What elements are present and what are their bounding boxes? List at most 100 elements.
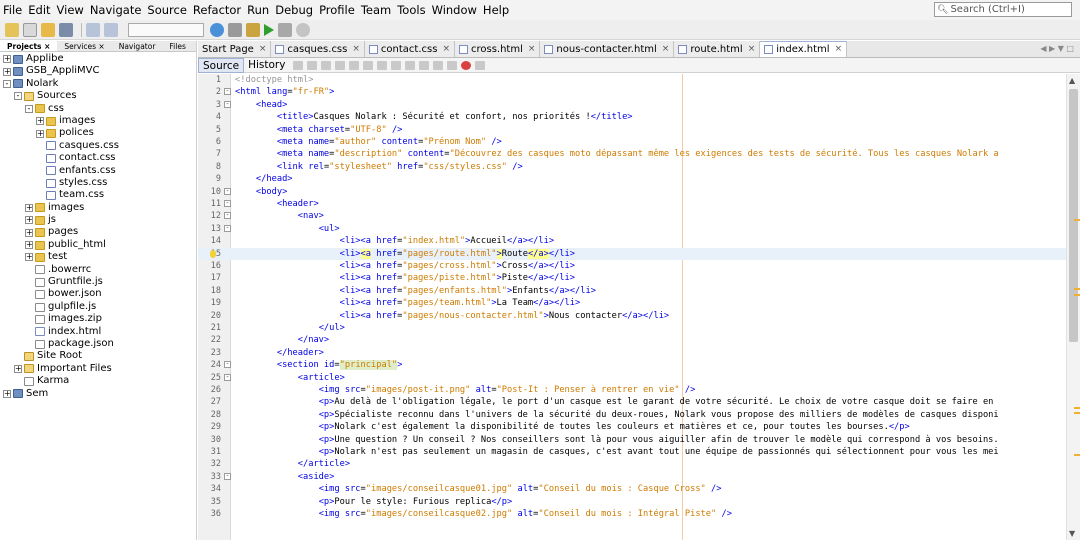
tree-item[interactable]: + Important Files bbox=[0, 363, 196, 375]
code-line[interactable]: 14 <li><a href="index.html">Accueil</a><… bbox=[198, 235, 1066, 247]
scroll-up-icon[interactable]: ▲ bbox=[1069, 76, 1075, 85]
editor-tab-index-html[interactable]: index.html × bbox=[760, 41, 848, 57]
code-line[interactable]: 1 <!doctype html> bbox=[198, 74, 1066, 86]
close-icon[interactable]: × bbox=[748, 42, 756, 57]
code-line[interactable]: 25- <article> bbox=[198, 372, 1066, 384]
warning-stripe[interactable] bbox=[1074, 219, 1080, 221]
fold-icon[interactable]: - bbox=[224, 200, 231, 207]
vertical-scrollbar[interactable]: ▲ ▼ bbox=[1066, 74, 1080, 540]
code-line[interactable]: 24- <section id="principal"> bbox=[198, 359, 1066, 371]
expand-icon[interactable]: + bbox=[25, 241, 33, 250]
code-line[interactable]: 31 <p>Nolark n'est pas seulement un maga… bbox=[198, 446, 1066, 458]
tab-source[interactable]: Source bbox=[198, 57, 245, 73]
expand-icon[interactable]: + bbox=[25, 253, 33, 262]
code-line[interactable]: 5 <meta charset="UTF-8" /> bbox=[198, 124, 1066, 136]
warning-stripe[interactable] bbox=[1074, 412, 1080, 414]
fold-icon[interactable]: - bbox=[224, 88, 231, 96]
fold-icon[interactable]: - bbox=[224, 224, 231, 232]
shift-left-icon[interactable] bbox=[433, 60, 444, 70]
last-edit-icon[interactable] bbox=[293, 60, 304, 70]
start-macro-icon[interactable] bbox=[461, 60, 472, 70]
menu-run[interactable]: Run bbox=[244, 3, 272, 17]
warning-stripe[interactable] bbox=[1074, 454, 1080, 456]
find-previous-icon[interactable] bbox=[349, 60, 360, 70]
expand-icon[interactable]: + bbox=[36, 129, 44, 138]
find-icon[interactable] bbox=[335, 60, 346, 70]
menu-navigate[interactable]: Navigate bbox=[87, 3, 145, 17]
save-all-icon[interactable] bbox=[59, 22, 73, 37]
close-icon[interactable]: × bbox=[442, 42, 450, 57]
undo-icon[interactable] bbox=[86, 22, 100, 37]
editor-tab-start-page[interactable]: Start Page × bbox=[198, 41, 272, 57]
tree-item[interactable]: images.zip bbox=[0, 313, 196, 325]
tree-item[interactable]: - css bbox=[0, 103, 196, 115]
toggle-highlight-icon[interactable] bbox=[377, 60, 388, 70]
code-line[interactable]: 18 <li><a href="pages/enfants.html">Enfa… bbox=[198, 285, 1066, 297]
menu-file[interactable]: File bbox=[0, 3, 25, 17]
hint-bulb-icon[interactable] bbox=[210, 249, 216, 258]
tree-item[interactable]: + public_html bbox=[0, 239, 196, 251]
tree-item[interactable]: - Sources bbox=[0, 90, 196, 102]
close-icon[interactable]: × bbox=[662, 42, 670, 57]
toggle-bookmark-icon[interactable] bbox=[391, 60, 402, 70]
tree-item[interactable]: + Sem bbox=[0, 388, 196, 400]
tree-item[interactable]: Karma bbox=[0, 375, 196, 387]
editor-tab-nous-contacter-html[interactable]: nous-contacter.html × bbox=[540, 41, 675, 57]
new-project-icon[interactable] bbox=[5, 22, 19, 37]
tree-item[interactable]: + Applibe bbox=[0, 53, 196, 65]
code-line[interactable]: 13- <ul> bbox=[198, 223, 1066, 235]
code-line[interactable]: 15 <li><a href="pages/route.html">Route<… bbox=[198, 247, 1066, 260]
new-file-icon[interactable] bbox=[23, 22, 37, 37]
tree-item[interactable]: Gruntfile.js bbox=[0, 276, 196, 288]
expand-icon[interactable]: + bbox=[25, 203, 33, 212]
panel-tab-navigator[interactable]: Navigator bbox=[112, 41, 163, 51]
tree-item[interactable]: + test bbox=[0, 251, 196, 263]
menu-help[interactable]: Help bbox=[480, 3, 512, 17]
run-icon[interactable] bbox=[264, 23, 274, 36]
clean-build-icon[interactable] bbox=[246, 22, 260, 37]
collapse-icon[interactable]: - bbox=[3, 79, 11, 88]
back-icon[interactable] bbox=[307, 60, 318, 70]
expand-icon[interactable]: + bbox=[3, 67, 11, 76]
previous-bookmark-icon[interactable] bbox=[405, 60, 416, 70]
code-line[interactable]: 17 <li><a href="pages/piste.html">Piste<… bbox=[198, 272, 1066, 284]
fold-icon[interactable]: - bbox=[224, 472, 231, 480]
stop-macro-icon[interactable] bbox=[475, 60, 486, 70]
tree-item[interactable]: casques.css bbox=[0, 140, 196, 152]
code-line[interactable]: 34 <img src="images/conseilcasque01.jpg"… bbox=[198, 483, 1066, 495]
code-line[interactable]: 8 <link rel="stylesheet" href="css/style… bbox=[198, 161, 1066, 173]
menu-refactor[interactable]: Refactor bbox=[190, 3, 244, 17]
code-line[interactable]: 3- <head> bbox=[198, 99, 1066, 111]
warning-stripe[interactable] bbox=[1074, 407, 1080, 409]
scrollbar-thumb[interactable] bbox=[1069, 89, 1078, 342]
warning-stripe[interactable] bbox=[1074, 294, 1080, 296]
code-line[interactable]: 10- <body> bbox=[198, 186, 1066, 198]
tree-item[interactable]: styles.css bbox=[0, 177, 196, 189]
browser-icon[interactable] bbox=[210, 22, 224, 37]
editor-tab-route-html[interactable]: route.html × bbox=[674, 41, 761, 57]
code-line[interactable]: 29 <p>Nolark c'est également la disponib… bbox=[198, 421, 1066, 433]
collapse-icon[interactable]: - bbox=[25, 104, 33, 113]
editor-tab-cross-html[interactable]: cross.html × bbox=[454, 41, 541, 57]
tab-navigation-arrows[interactable]: ◀ ▶ ▼ □ bbox=[1040, 44, 1074, 53]
code-line[interactable]: 4 <title>Casques Nolark : Sécurité et co… bbox=[198, 111, 1066, 123]
code-line[interactable]: 7 <meta name="description" content="Déco… bbox=[198, 148, 1066, 160]
tree-item[interactable]: package.json bbox=[0, 338, 196, 350]
code-line[interactable]: 19 <li><a href="pages/team.html">La Team… bbox=[198, 297, 1066, 309]
code-line[interactable]: 16 <li><a href="pages/cross.html">Cross<… bbox=[198, 260, 1066, 272]
warning-stripe[interactable] bbox=[1074, 288, 1080, 290]
code-line[interactable]: 9 </head> bbox=[198, 173, 1066, 185]
code-line[interactable]: 36 <img src="images/conseilcasque02.jpg"… bbox=[198, 508, 1066, 520]
close-icon[interactable]: × bbox=[259, 42, 267, 57]
expand-icon[interactable]: + bbox=[14, 364, 22, 373]
tree-item[interactable]: enfants.css bbox=[0, 165, 196, 177]
code-line[interactable]: 28 <p>Spécialiste reconnu dans l'univers… bbox=[198, 409, 1066, 421]
panel-tab-projects[interactable]: Projects × bbox=[0, 41, 58, 51]
close-icon[interactable]: × bbox=[835, 42, 843, 57]
menu-debug[interactable]: Debug bbox=[272, 3, 316, 17]
code-line[interactable]: 32 </article> bbox=[198, 458, 1066, 470]
open-project-icon[interactable] bbox=[41, 22, 55, 37]
fold-icon[interactable]: - bbox=[224, 100, 231, 108]
build-icon[interactable] bbox=[228, 22, 242, 37]
code-line[interactable]: 30 <p>Une question ? Un conseil ? Nos co… bbox=[198, 434, 1066, 446]
